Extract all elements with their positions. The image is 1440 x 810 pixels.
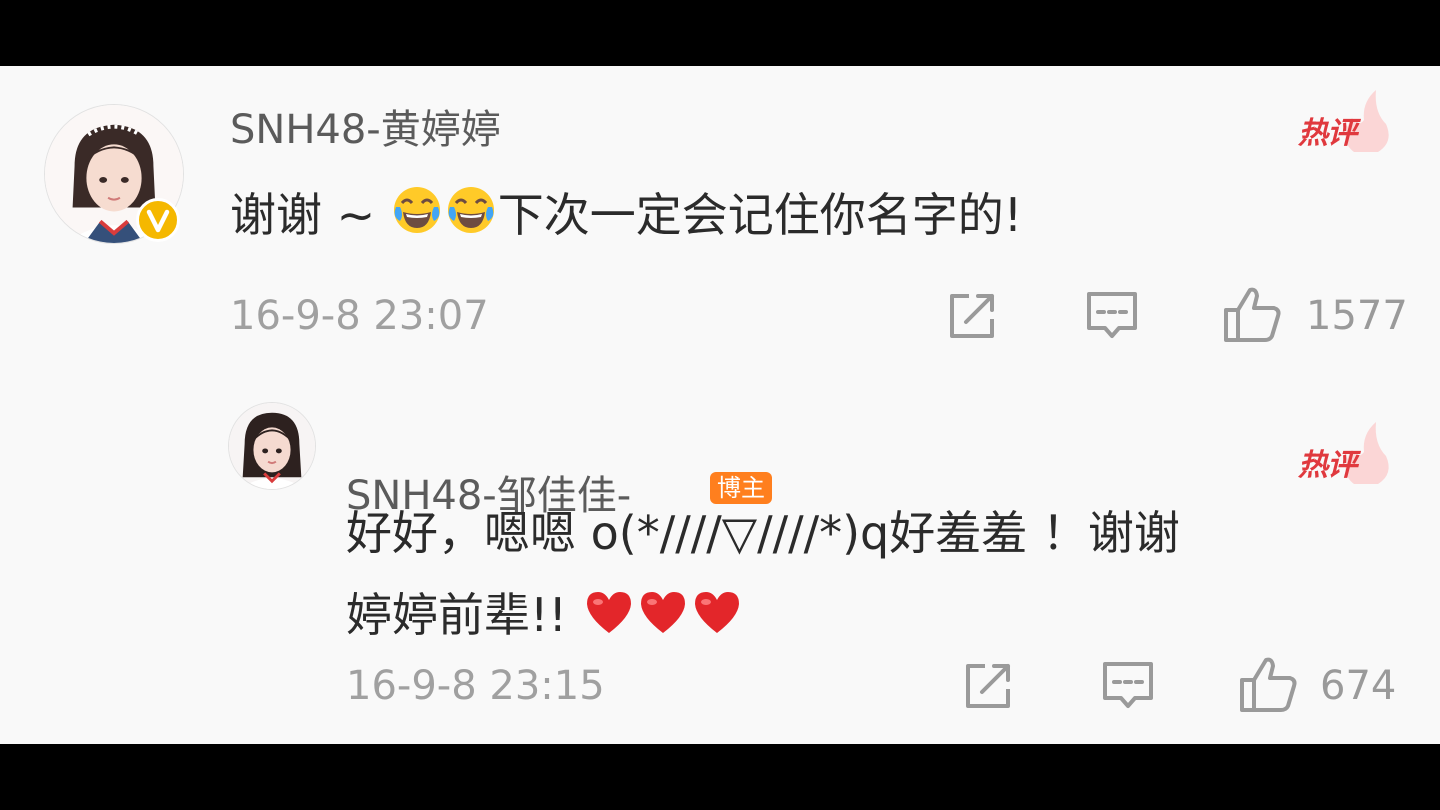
like-button[interactable] — [1238, 654, 1298, 714]
comment-text-line-2-text: 婷婷前辈!! — [346, 588, 582, 642]
timestamp: 16-9-8 23:07 — [230, 293, 489, 339]
reply-button[interactable] — [1084, 288, 1140, 344]
hot-comment-label: 热评 — [1294, 418, 1394, 488]
like-count: 1577 — [1306, 293, 1408, 339]
red-heart-emoji — [692, 578, 742, 660]
reply-button[interactable] — [1100, 658, 1156, 714]
comment-text-end: 下次一定会记住你名字的! — [497, 188, 1023, 242]
share-icon — [950, 294, 994, 338]
verified-badge-icon — [136, 198, 180, 242]
laughing-tears-emoji — [446, 178, 496, 260]
letterbox-bottom — [0, 744, 1440, 810]
thumbs-up-icon — [1224, 287, 1281, 342]
hot-label: 热评 — [1298, 448, 1357, 483]
comment-item: SNH48-黄婷婷 热评 谢谢 ~ 下次一定会记住你名字的! 16-9-8 23… — [0, 66, 1440, 356]
comment-icon — [1103, 662, 1153, 708]
avatar[interactable] — [228, 402, 316, 490]
comment-text-line-1: 好好，嗯嗯 o(*////▽////*)q好羞羞 ！谢谢 — [346, 506, 1180, 560]
share-icon — [966, 664, 1010, 708]
laughing-tears-emoji — [392, 178, 442, 260]
letterbox-top — [0, 0, 1440, 66]
like-button[interactable] — [1222, 284, 1282, 344]
comment-text: 好好，嗯嗯 o(*////▽////*)q好羞羞 ！谢谢 婷婷前辈!! — [346, 492, 1180, 660]
hot-comment-label: 热评 — [1294, 86, 1394, 156]
share-button[interactable] — [944, 288, 1000, 344]
thumbs-up-icon — [1240, 657, 1297, 712]
red-heart-emoji — [584, 578, 634, 660]
reply-item: SNH48-邹佳佳- 博主 热评 好好，嗯嗯 o(*////▽////*)q好羞… — [0, 356, 1440, 744]
timestamp: 16-9-8 23:15 — [346, 663, 605, 709]
username[interactable]: SNH48-黄婷婷 — [230, 110, 501, 150]
hot-label: 热评 — [1298, 116, 1357, 151]
share-button[interactable] — [960, 658, 1016, 714]
red-heart-emoji — [638, 578, 688, 660]
like-count: 674 — [1320, 663, 1397, 709]
comment-text-start: 谢谢 ~ — [230, 188, 390, 242]
comments-panel: SNH48-黄婷婷 热评 谢谢 ~ 下次一定会记住你名字的! 16-9-8 23… — [0, 66, 1440, 744]
comment-icon — [1087, 292, 1137, 338]
comment-text-line-2: 婷婷前辈!! — [346, 574, 1180, 660]
comment-text: 谢谢 ~ 下次一定会记住你名字的! — [230, 174, 1022, 260]
